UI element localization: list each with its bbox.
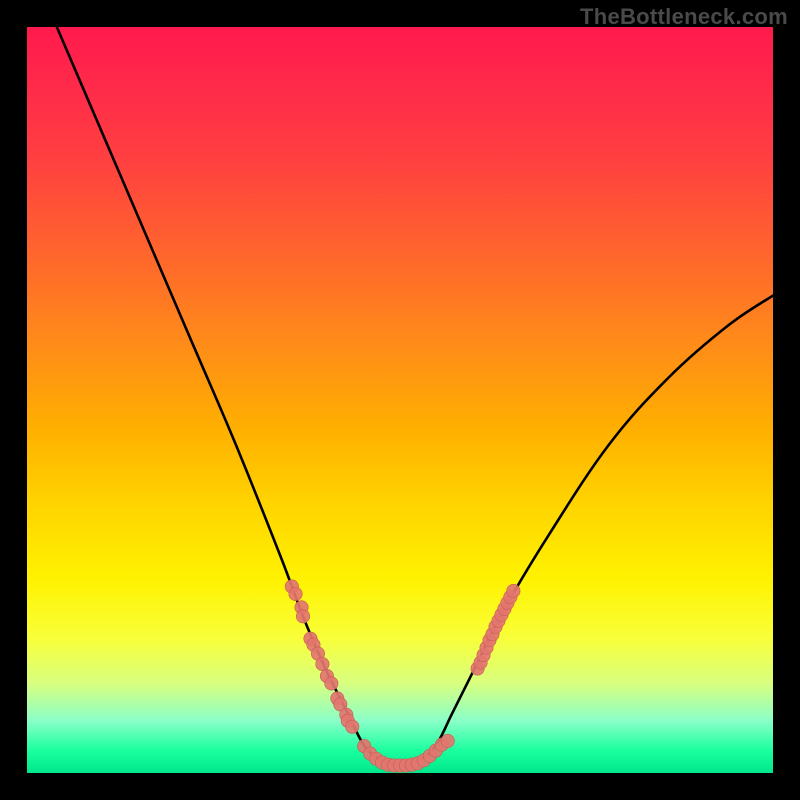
- curve-path: [57, 27, 773, 766]
- data-marker: [296, 610, 309, 623]
- marker-cluster-left: [285, 580, 359, 734]
- data-marker: [325, 677, 338, 690]
- marker-cluster-bottom: [357, 734, 454, 772]
- bottleneck-curve: [57, 27, 773, 766]
- data-marker: [441, 734, 454, 747]
- marker-cluster-right: [471, 584, 520, 675]
- chart-svg: [27, 27, 773, 773]
- chart-frame: TheBottleneck.com: [0, 0, 800, 800]
- data-marker: [316, 657, 329, 670]
- data-marker: [346, 720, 359, 733]
- chart-plot-area: [27, 27, 773, 773]
- data-marker: [289, 587, 302, 600]
- data-marker: [507, 584, 520, 597]
- watermark-text: TheBottleneck.com: [580, 4, 788, 30]
